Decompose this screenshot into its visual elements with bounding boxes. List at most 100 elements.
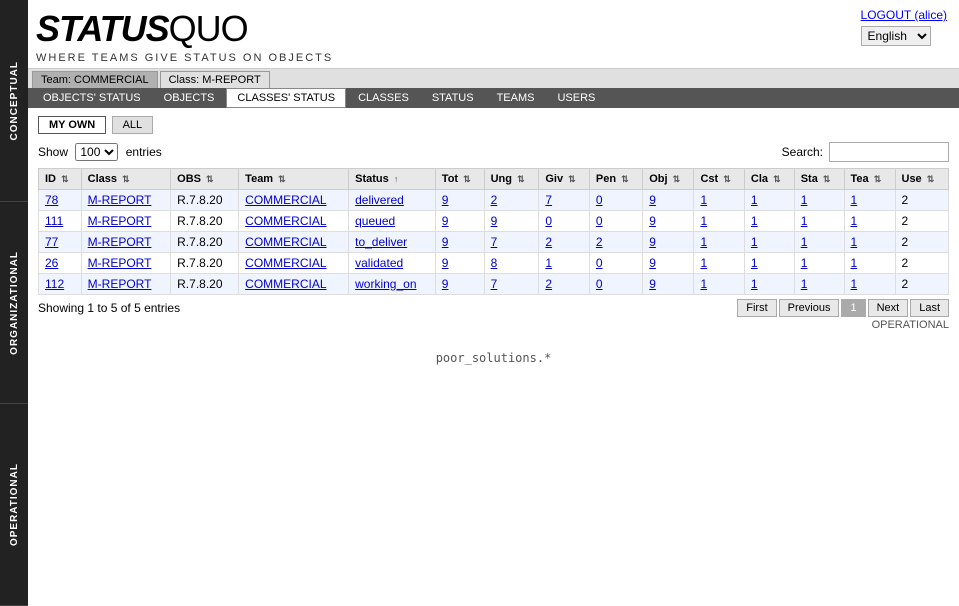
team-link[interactable]: COMMERCIAL (245, 235, 326, 249)
obj-link[interactable]: 9 (649, 277, 656, 291)
tab-objects[interactable]: OBJECTS (153, 88, 226, 108)
col-team[interactable]: Team ⇅ (239, 169, 349, 190)
cst-link[interactable]: 1 (700, 193, 707, 207)
team-tab[interactable]: Team: COMMERCIAL (32, 71, 158, 88)
tab-users[interactable]: USERS (546, 88, 606, 108)
class-link[interactable]: M-REPORT (88, 214, 152, 228)
next-page-button[interactable]: Next (868, 299, 909, 317)
cst-link[interactable]: 1 (700, 235, 707, 249)
entries-select[interactable]: 10 25 50 100 (75, 143, 118, 161)
col-sta[interactable]: Sta ⇅ (794, 169, 844, 190)
giv-link[interactable]: 7 (545, 193, 552, 207)
col-tot[interactable]: Tot ⇅ (435, 169, 484, 190)
col-obj[interactable]: Obj ⇅ (643, 169, 694, 190)
search-input[interactable] (829, 142, 949, 162)
tea-link[interactable]: 1 (851, 193, 858, 207)
current-page-button[interactable]: 1 (841, 299, 865, 317)
tab-classes[interactable]: CLASSES (347, 88, 420, 108)
giv-link[interactable]: 0 (545, 214, 552, 228)
id-link[interactable]: 111 (45, 214, 63, 228)
obj-link[interactable]: 9 (649, 214, 656, 228)
cla-link[interactable]: 1 (751, 277, 758, 291)
giv-link[interactable]: 1 (545, 256, 552, 270)
team-link[interactable]: COMMERCIAL (245, 214, 326, 228)
col-cst[interactable]: Cst ⇅ (694, 169, 744, 190)
last-page-button[interactable]: Last (910, 299, 949, 317)
tot-link[interactable]: 9 (442, 277, 449, 291)
ung-link[interactable]: 8 (491, 256, 498, 270)
pen-link[interactable]: 0 (596, 193, 603, 207)
col-cla[interactable]: Cla ⇅ (744, 169, 794, 190)
class-link[interactable]: M-REPORT (88, 256, 152, 270)
status-link[interactable]: working_on (355, 277, 416, 291)
pen-link[interactable]: 0 (596, 277, 603, 291)
col-giv[interactable]: Giv ⇅ (539, 169, 590, 190)
giv-link[interactable]: 2 (545, 277, 552, 291)
class-tab[interactable]: Class: M-REPORT (160, 71, 270, 88)
status-link[interactable]: delivered (355, 193, 404, 207)
pen-link[interactable]: 0 (596, 256, 603, 270)
id-link[interactable]: 78 (45, 193, 58, 207)
sta-link[interactable]: 1 (801, 277, 808, 291)
status-link[interactable]: queued (355, 214, 395, 228)
ung-link[interactable]: 7 (491, 235, 498, 249)
class-link[interactable]: M-REPORT (88, 277, 152, 291)
giv-link[interactable]: 2 (545, 235, 552, 249)
col-status[interactable]: Status ↑ (349, 169, 436, 190)
ung-link[interactable]: 2 (491, 193, 498, 207)
tea-link[interactable]: 1 (851, 235, 858, 249)
pen-link[interactable]: 0 (596, 214, 603, 228)
tab-objects-status[interactable]: OBJECTS' STATUS (32, 88, 152, 108)
id-link[interactable]: 112 (45, 277, 64, 291)
tab-status[interactable]: STATUS (421, 88, 485, 108)
col-class[interactable]: Class ⇅ (81, 169, 170, 190)
obj-link[interactable]: 9 (649, 235, 656, 249)
cla-link[interactable]: 1 (751, 256, 758, 270)
tea-link[interactable]: 1 (851, 256, 858, 270)
tea-link[interactable]: 1 (851, 214, 858, 228)
tot-link[interactable]: 9 (442, 193, 449, 207)
col-id[interactable]: ID ⇅ (39, 169, 82, 190)
col-obs[interactable]: OBS ⇅ (171, 169, 239, 190)
cla-link[interactable]: 1 (751, 235, 758, 249)
ung-link[interactable]: 9 (491, 214, 498, 228)
team-link[interactable]: COMMERCIAL (245, 193, 326, 207)
tea-link[interactable]: 1 (851, 277, 858, 291)
class-link[interactable]: M-REPORT (88, 235, 152, 249)
obj-link[interactable]: 9 (649, 193, 656, 207)
col-tea[interactable]: Tea ⇅ (844, 169, 895, 190)
my-own-button[interactable]: MY OWN (38, 116, 106, 134)
logout-link[interactable]: LOGOUT (alice) (861, 8, 947, 22)
col-ung[interactable]: Ung ⇅ (484, 169, 539, 190)
cst-link[interactable]: 1 (700, 277, 707, 291)
ung-link[interactable]: 7 (491, 277, 498, 291)
pen-link[interactable]: 2 (596, 235, 603, 249)
team-link[interactable]: COMMERCIAL (245, 256, 326, 270)
id-link[interactable]: 77 (45, 235, 58, 249)
cla-link[interactable]: 1 (751, 214, 758, 228)
class-link[interactable]: M-REPORT (88, 193, 152, 207)
team-link[interactable]: COMMERCIAL (245, 277, 326, 291)
sta-link[interactable]: 1 (801, 214, 808, 228)
obj-link[interactable]: 9 (649, 256, 656, 270)
sta-link[interactable]: 1 (801, 193, 808, 207)
cla-link[interactable]: 1 (751, 193, 758, 207)
tot-link[interactable]: 9 (442, 214, 449, 228)
tot-link[interactable]: 9 (442, 256, 449, 270)
tab-classes-status[interactable]: CLASSES' STATUS (226, 88, 346, 108)
all-button[interactable]: ALL (112, 116, 154, 134)
col-pen[interactable]: Pen ⇅ (589, 169, 642, 190)
col-use[interactable]: Use ⇅ (895, 169, 949, 190)
tot-link[interactable]: 9 (442, 235, 449, 249)
tab-teams[interactable]: TEAMS (486, 88, 546, 108)
language-select[interactable]: English French Spanish (861, 26, 931, 46)
sta-link[interactable]: 1 (801, 256, 808, 270)
first-page-button[interactable]: First (737, 299, 776, 317)
cst-link[interactable]: 1 (700, 214, 707, 228)
status-link[interactable]: validated (355, 256, 403, 270)
previous-page-button[interactable]: Previous (779, 299, 840, 317)
status-link[interactable]: to_deliver (355, 235, 407, 249)
cst-link[interactable]: 1 (700, 256, 707, 270)
id-link[interactable]: 26 (45, 256, 58, 270)
sta-link[interactable]: 1 (801, 235, 808, 249)
